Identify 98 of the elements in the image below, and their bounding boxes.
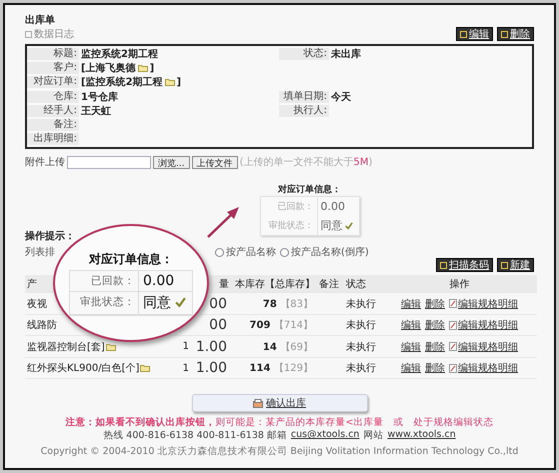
- field-label: 填单日期:: [279, 90, 329, 103]
- order-info-value: 0.00: [320, 200, 345, 214]
- callout-title: 对应订单信息：: [89, 250, 173, 268]
- warning-text: 注意：如果看不到确认出库按钮，则可能是：某产品的本库存量<出库量 或 处于规格编辑状态: [64, 416, 494, 430]
- folder-icon: [164, 78, 175, 86]
- copyright-text: Copyright © 2004-2010 北京沃力森信息技术有限公司 Beijing Volitation Information Technology Co.,ltd: [40, 445, 518, 458]
- row-action-link[interactable]: 编辑: [401, 340, 421, 354]
- row-action-link[interactable]: 编辑规格明细: [449, 318, 518, 332]
- sort-radio[interactable]: 按产品名称(倒序): [280, 245, 369, 260]
- field-value: 未出库: [330, 47, 362, 62]
- field-value: 1号仓库: [80, 90, 119, 104]
- size-note: (上传的单一文件不能大于: [240, 157, 354, 168]
- edit-note-icon: [449, 364, 457, 373]
- row-action-link[interactable]: 编辑: [401, 296, 421, 311]
- row-action-link[interactable]: 删除: [425, 318, 445, 332]
- field-label: 备注:: [27, 119, 79, 132]
- column-header: 操作: [448, 278, 470, 291]
- column-header: 状态: [345, 278, 367, 291]
- status-cell-text: 未执行: [345, 318, 377, 332]
- field-label: 出库明细:: [27, 133, 79, 146]
- size-limit: 5M: [354, 157, 368, 168]
- sort-radio[interactable]: 按产品名称: [215, 245, 276, 260]
- field-link[interactable]: [上海飞奥德: [81, 61, 136, 76]
- field-label: 仓库:: [27, 90, 79, 103]
- product-name: 监视器控制台[套]: [27, 340, 105, 354]
- field-label: 经手人:: [27, 104, 79, 117]
- quantity-cell-text: 1: [182, 362, 190, 374]
- box-icon: [253, 398, 263, 408]
- amount-cell-text: 00: [209, 296, 228, 312]
- callout-value: 同意: [143, 294, 171, 312]
- folder-icon: [140, 364, 150, 372]
- stock-cell-text: 114 【129】: [250, 362, 314, 376]
- edit-note-icon: [449, 320, 457, 330]
- edit-note-icon: [449, 342, 457, 352]
- website-link[interactable]: www.xtools.cn: [387, 429, 456, 442]
- order-info-label: 审批状态：: [268, 220, 314, 234]
- stock-cell-text: 14 【69】: [262, 340, 314, 354]
- row-action-link[interactable]: 编辑: [401, 318, 421, 332]
- row-action-link[interactable]: 删除: [425, 361, 445, 376]
- column-header: 本库存【总库存】: [234, 278, 316, 291]
- field-label: 状态:: [279, 48, 329, 60]
- field-label: 对应订单:: [27, 76, 79, 88]
- document-icon: [25, 30, 32, 38]
- product-name: 线路防: [27, 318, 57, 332]
- product-name: 红外探头KL900/白色[个]: [27, 362, 140, 376]
- row-action-link[interactable]: 编辑规格明细: [449, 340, 518, 354]
- field-label: 标题:: [27, 48, 79, 60]
- email-link[interactable]: cus@xtools.cn: [290, 429, 360, 442]
- callout-label: 已回款：: [70, 270, 138, 292]
- upload-button[interactable]: 上传文件: [192, 156, 238, 169]
- column-header: 产: [26, 278, 38, 291]
- header-button[interactable]: 编辑: [456, 27, 493, 41]
- column-header: 量: [218, 278, 230, 291]
- file-field[interactable]: [67, 156, 151, 169]
- product-name: 夜视: [27, 298, 47, 311]
- amount-cell-text: 1.00: [196, 360, 228, 376]
- order-info-label: 已回款：: [276, 200, 314, 214]
- column-header: 备注: [318, 278, 340, 291]
- row-action-link[interactable]: 编辑规格明细: [449, 296, 518, 311]
- folder-icon: [138, 64, 148, 72]
- row-action-link[interactable]: 编辑: [401, 361, 421, 376]
- amount-cell-text: 00: [209, 317, 228, 334]
- field-value: 今天: [330, 90, 352, 104]
- amount-cell-text: 1.00: [196, 338, 228, 355]
- browse-button[interactable]: 浏览...: [153, 156, 190, 169]
- field-value: 监控系统2期工程: [80, 48, 159, 62]
- field-link[interactable]: [监控系统2期工程: [81, 75, 163, 90]
- sort-label: 列表排: [25, 246, 55, 260]
- field-label: 执行人:: [279, 104, 329, 117]
- operation-hint: 操作提示：: [25, 230, 75, 244]
- edit-note-icon: [449, 299, 457, 308]
- callout-label: 审批状态：: [70, 292, 138, 314]
- field-label: 客户:: [27, 62, 79, 74]
- toolbar-button[interactable]: 扫描条码: [436, 258, 493, 272]
- confirm-button[interactable]: 确认出库: [192, 394, 368, 412]
- quantity-cell-text: 1: [182, 341, 190, 352]
- order-info-title: 对应订单信息：: [278, 183, 341, 196]
- callout-arrow: [205, 205, 241, 239]
- row-action-link[interactable]: 编辑规格明细: [449, 361, 518, 376]
- status-cell-text: 未执行: [345, 298, 377, 311]
- stock-cell-text: 709 【714】: [250, 318, 314, 332]
- hotline-text: 热线 400-816-6138 400-811-6138 邮箱: [103, 429, 287, 442]
- attachment-label: 附件上传: [25, 156, 65, 170]
- status-cell-text: 未执行: [345, 340, 377, 354]
- row-action-link[interactable]: 删除: [425, 296, 445, 311]
- bracket-text: ]: [176, 76, 182, 88]
- toolbar-button[interactable]: 新建: [497, 258, 534, 272]
- page-title: 出库单: [25, 13, 56, 27]
- size-note-end: ): [368, 157, 372, 168]
- stock-cell-text: 78 【83】: [262, 298, 314, 311]
- field-value: 王天虹: [80, 104, 112, 118]
- site-label: 网站: [363, 429, 384, 442]
- bracket-text: ]: [150, 62, 154, 74]
- callout-value: 0.00: [143, 272, 174, 288]
- row-action-link[interactable]: 删除: [425, 340, 445, 354]
- header-button[interactable]: 删除: [497, 27, 534, 41]
- order-info-value: 同意: [320, 218, 342, 234]
- status-cell-text: 未执行: [345, 362, 377, 376]
